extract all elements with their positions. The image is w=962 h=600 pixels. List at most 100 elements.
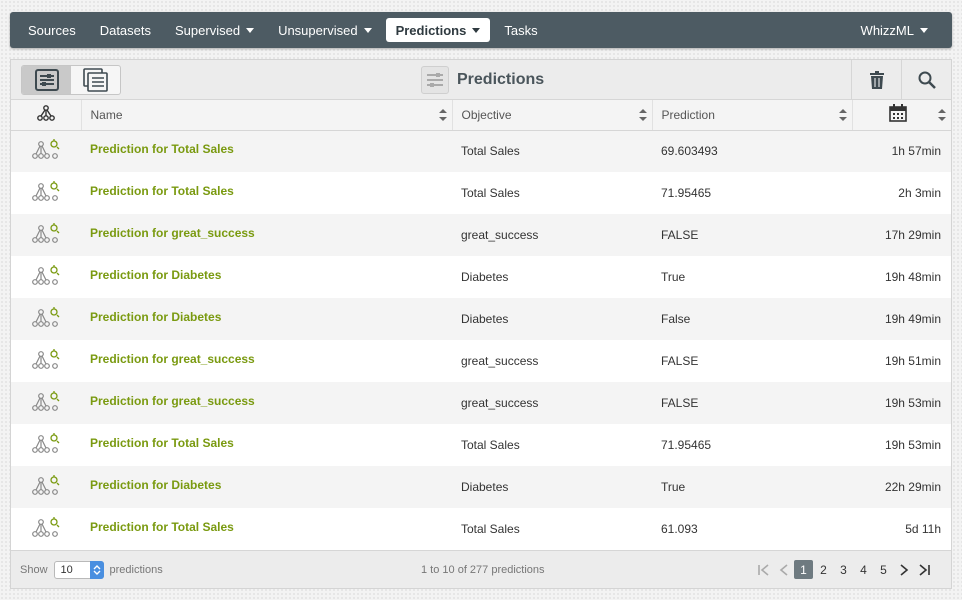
- table-row[interactable]: Prediction for Total Sales Total Sales 69.…: [11, 130, 951, 172]
- prediction-value-cell: FALSE: [652, 340, 852, 382]
- prediction-name-link[interactable]: Prediction for great_success: [90, 394, 255, 408]
- list-view-button[interactable]: [22, 66, 71, 94]
- prediction-name-link[interactable]: Prediction for great_success: [90, 226, 255, 240]
- per-page-suffix: predictions: [109, 563, 163, 576]
- page-button-4[interactable]: 4: [854, 560, 873, 579]
- age-cell: 2h 3min: [852, 172, 951, 214]
- nav-sources[interactable]: Sources: [18, 18, 86, 42]
- prediction-name-link[interactable]: Prediction for Total Sales: [90, 142, 234, 156]
- age-cell: 1h 57min: [852, 130, 951, 172]
- caret-down-icon: [246, 27, 255, 33]
- table-row[interactable]: Prediction for great_success great_succes…: [11, 382, 951, 424]
- ensemble-prediction-icon: [11, 508, 81, 550]
- prediction-name-cell[interactable]: Prediction for Total Sales: [81, 508, 452, 550]
- prediction-value-cell: 71.95465: [652, 172, 852, 214]
- prediction-name-cell[interactable]: Prediction for great_success: [81, 214, 452, 256]
- column-prediction-header[interactable]: Prediction: [652, 100, 853, 131]
- table-body: Prediction for Total Sales Total Sales 69.…: [11, 130, 951, 550]
- prediction-name-link[interactable]: Prediction for Diabetes: [90, 268, 221, 282]
- search-button[interactable]: [901, 60, 951, 100]
- table-row[interactable]: Prediction for Total Sales Total Sales 71.…: [11, 172, 951, 214]
- page-button-3[interactable]: 3: [834, 560, 853, 579]
- name-header-label: Name: [90, 107, 123, 122]
- user-menu-label: WhizzML: [860, 22, 914, 38]
- table-footer: Show 10 predictions 1 to 10 of 277 predi…: [11, 550, 951, 588]
- nav-user-menu[interactable]: WhizzML: [851, 18, 938, 42]
- prediction-name-cell[interactable]: Prediction for Total Sales: [81, 172, 452, 214]
- last-page-button[interactable]: [914, 560, 933, 579]
- ensemble-prediction-icon: [11, 298, 81, 340]
- prediction-name-link[interactable]: Prediction for Total Sales: [90, 184, 234, 198]
- prediction-name-link[interactable]: Prediction for Total Sales: [90, 436, 234, 450]
- table-row[interactable]: Prediction for great_success great_succes…: [11, 214, 951, 256]
- last-page-icon: [918, 563, 930, 576]
- spinner-icon[interactable]: [89, 560, 104, 579]
- page-button-5[interactable]: 5: [874, 560, 893, 579]
- show-label: Show: [20, 563, 48, 576]
- next-page-button[interactable]: [894, 560, 913, 579]
- toolbar-actions: [851, 60, 951, 100]
- objective-cell: Diabetes: [452, 466, 652, 508]
- ensemble-prediction-icon: [11, 340, 81, 382]
- panel-title: Predictions: [421, 65, 544, 95]
- prediction-name-link[interactable]: Prediction for Total Sales: [90, 520, 234, 534]
- previous-page-button[interactable]: [774, 560, 793, 579]
- nav-datasets-label: Datasets: [99, 22, 152, 38]
- trash-icon: [869, 71, 884, 89]
- column-objective-header[interactable]: Objective: [452, 100, 653, 131]
- delete-button[interactable]: [851, 60, 901, 100]
- ensemble-prediction-icon: [11, 172, 81, 214]
- page-button-1[interactable]: 1: [794, 560, 813, 579]
- prediction-value-cell: 61.093: [652, 508, 852, 550]
- prediction-name-cell[interactable]: Prediction for Diabetes: [81, 256, 452, 298]
- column-type-header[interactable]: [11, 100, 82, 131]
- prediction-name-cell[interactable]: Prediction for Diabetes: [81, 466, 452, 508]
- sort-icon: [638, 109, 647, 121]
- caret-down-icon: [363, 27, 372, 33]
- prediction-name-cell[interactable]: Prediction for great_success: [81, 382, 452, 424]
- prediction-value-cell: 71.95465: [652, 424, 852, 466]
- table-row[interactable]: Prediction for Diabetes Diabetes True 19h 4…: [11, 256, 951, 298]
- first-page-button[interactable]: [754, 560, 773, 579]
- prediction-header-label: Prediction: [661, 107, 715, 122]
- prediction-name-cell[interactable]: Prediction for Total Sales: [81, 424, 452, 466]
- nav-predictions[interactable]: Predictions: [385, 18, 491, 42]
- page-title: Predictions: [457, 71, 545, 88]
- nav-datasets[interactable]: Datasets: [90, 18, 161, 42]
- prediction-name-cell[interactable]: Prediction for Diabetes: [81, 298, 452, 340]
- table-row[interactable]: Prediction for Diabetes Diabetes False 19h …: [11, 298, 951, 340]
- column-age-header[interactable]: [852, 100, 951, 131]
- sort-icon: [438, 109, 447, 121]
- chevron-right-icon: [899, 563, 908, 576]
- prediction-name-link[interactable]: Prediction for Diabetes: [90, 478, 221, 492]
- column-name-header[interactable]: Name: [81, 100, 453, 131]
- per-page-select[interactable]: 10: [53, 560, 104, 579]
- objective-cell: Total Sales: [452, 508, 652, 550]
- composite-view-button[interactable]: [71, 66, 120, 94]
- prediction-name-cell[interactable]: Prediction for great_success: [81, 340, 452, 382]
- objective-cell: Total Sales: [452, 172, 652, 214]
- age-cell: 19h 48min: [852, 256, 951, 298]
- per-page-value: 10: [60, 563, 73, 576]
- prediction-value-cell: False: [652, 298, 852, 340]
- top-navigation: Sources Datasets Supervised Unsupervised…: [10, 12, 952, 48]
- ensemble-prediction-icon: [11, 382, 81, 424]
- ensemble-prediction-icon: [11, 256, 81, 298]
- table-row[interactable]: Prediction for Diabetes Diabetes True 22h 2…: [11, 466, 951, 508]
- prediction-value-cell: FALSE: [652, 382, 852, 424]
- objective-cell: Total Sales: [452, 130, 652, 172]
- table-row[interactable]: Prediction for Total Sales Total Sales 61.…: [11, 508, 951, 550]
- prediction-name-link[interactable]: Prediction for great_success: [90, 352, 255, 366]
- ensemble-prediction-icon: [11, 424, 81, 466]
- age-cell: 19h 53min: [852, 382, 951, 424]
- table-row[interactable]: Prediction for Total Sales Total Sales 71.…: [11, 424, 951, 466]
- prediction-name-cell[interactable]: Prediction for Total Sales: [81, 130, 452, 172]
- nav-tasks[interactable]: Tasks: [494, 18, 547, 42]
- ensemble-prediction-icon: [11, 214, 81, 256]
- table-row[interactable]: Prediction for great_success great_succes…: [11, 340, 951, 382]
- page-button-2[interactable]: 2: [814, 560, 833, 579]
- prediction-name-link[interactable]: Prediction for Diabetes: [90, 310, 221, 324]
- nav-unsupervised[interactable]: Unsupervised: [268, 18, 382, 42]
- nav-supervised[interactable]: Supervised: [165, 18, 264, 42]
- table-header-row: Name Objective Prediction: [11, 100, 951, 131]
